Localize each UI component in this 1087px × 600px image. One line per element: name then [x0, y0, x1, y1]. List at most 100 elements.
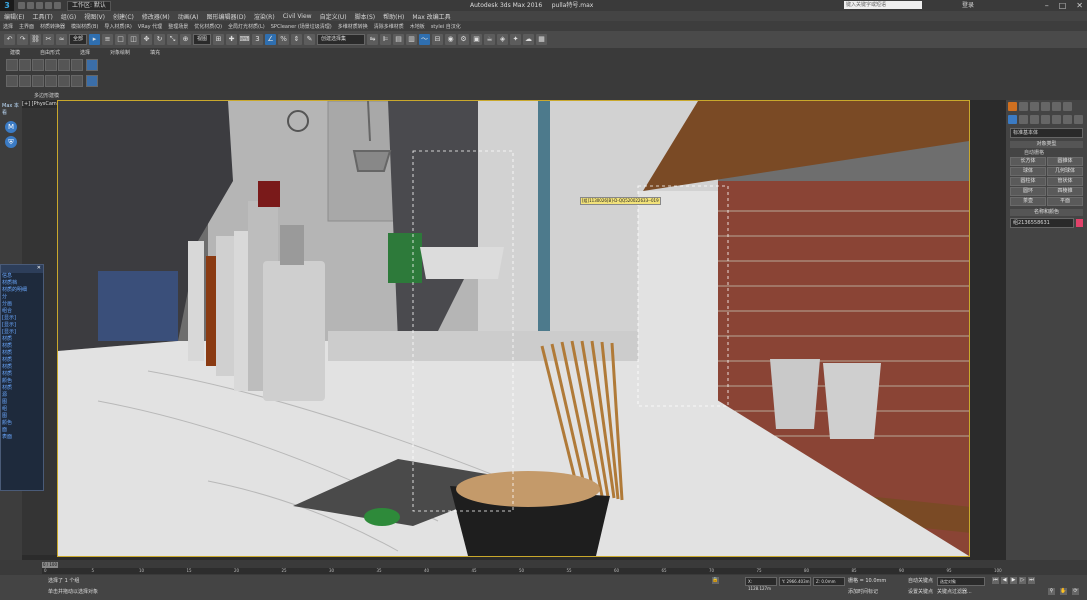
ribbon-tab[interactable]: 对象绘制 — [100, 49, 140, 56]
unlink-icon[interactable]: ✂ — [43, 34, 54, 45]
ribbon-tool-2[interactable] — [19, 59, 31, 71]
select-manipulate-icon[interactable]: ✚ — [226, 34, 238, 45]
undo-icon[interactable] — [45, 2, 52, 9]
object-name-field[interactable]: 组2136558631 — [1010, 218, 1074, 228]
menu-item[interactable]: 编辑(E) — [0, 12, 28, 21]
bind-space-warp-icon[interactable]: ≈ — [56, 34, 67, 45]
render-iterative-icon[interactable]: ◈ — [497, 34, 509, 45]
plugin-menu-item[interactable]: 清除多维材质 — [371, 23, 407, 30]
floating-panel-item[interactable]: 面 — [1, 427, 43, 434]
geometry-icon[interactable] — [1008, 115, 1017, 124]
schematic-view-icon[interactable]: ⊟ — [432, 34, 444, 45]
select-object-icon[interactable]: ▸ — [89, 34, 101, 45]
ribbon-tab[interactable]: 选择 — [70, 49, 100, 56]
ribbon-icon[interactable]: ▥ — [406, 34, 418, 45]
primitive-button[interactable]: 圆柱体 — [1010, 177, 1046, 186]
floating-panel-item[interactable]: 材质的明细 — [1, 287, 43, 294]
place-icon[interactable]: ⊕ — [180, 34, 192, 45]
primitive-button[interactable]: 球体 — [1010, 167, 1046, 176]
shield-icon[interactable]: ⛨ — [5, 136, 17, 148]
floating-panel-item[interactable]: 材质 — [1, 385, 43, 392]
primitive-type-dropdown[interactable]: 标准基本体 — [1010, 128, 1083, 138]
key-filters-button[interactable]: 关键点过滤器... — [937, 588, 972, 595]
active-shade-icon[interactable]: ✦ — [510, 34, 522, 45]
floating-panel-item[interactable]: 源 — [1, 392, 43, 399]
floating-panel-item[interactable]: 分 — [1, 294, 43, 301]
ribbon-tab[interactable]: 建模 — [0, 49, 30, 56]
maximize-icon[interactable]: □ — [1059, 0, 1067, 11]
plugin-menu-item[interactable]: 整理场景 — [165, 23, 191, 30]
floating-panel-item[interactable]: 颜色 — [1, 378, 43, 385]
floating-panel-item[interactable]: 材质 — [1, 357, 43, 364]
floating-panel-item[interactable]: [显示] — [1, 322, 43, 329]
menu-item[interactable]: 脚本(S) — [351, 12, 380, 21]
selection-filter-dropdown[interactable]: 全部 — [69, 34, 88, 45]
object-color-swatch[interactable] — [1076, 219, 1083, 227]
floating-panel-item[interactable]: 材质 — [1, 336, 43, 343]
keyboard-shortcut-icon[interactable]: ⌨ — [239, 34, 251, 45]
go-to-start-icon[interactable]: ⏮ — [992, 577, 999, 584]
ribbon-tool-6[interactable] — [71, 59, 83, 71]
primitive-button[interactable]: 几何球体 — [1047, 167, 1083, 176]
helpers-icon[interactable] — [1052, 115, 1061, 124]
primitive-button[interactable]: 圆锥体 — [1047, 157, 1083, 166]
floating-panel-item[interactable]: 图 — [1, 399, 43, 406]
rect-selection-icon[interactable]: □ — [115, 34, 127, 45]
zoom-icon[interactable]: ⚲ — [1048, 588, 1055, 595]
render-online-icon[interactable]: ☁ — [523, 34, 535, 45]
mirror-icon[interactable]: ⇋ — [367, 34, 379, 45]
floating-panel-item[interactable]: 分画 — [1, 301, 43, 308]
floating-panel-item[interactable]: 材质 — [1, 343, 43, 350]
edit-named-sel-icon[interactable]: ✎ — [304, 34, 316, 45]
close-icon[interactable]: ✕ — [37, 265, 43, 271]
render-frame-icon[interactable]: ▣ — [471, 34, 483, 45]
primitive-button[interactable]: 长方体 — [1010, 157, 1046, 166]
primitive-button[interactable]: 管状体 — [1047, 177, 1083, 186]
orbit-icon[interactable]: ⟳ — [1072, 588, 1079, 595]
window-crossing-icon[interactable]: ◫ — [128, 34, 140, 45]
floating-scene-panel[interactable]: ✕ 信息 材质档 材质的明细分分画 组合 [显示] [显示] [显示] 材质 材质 材质 材质 材质材… — [0, 264, 44, 491]
plugin-menu-item[interactable]: 多维材质转换 — [335, 23, 371, 30]
plugin-menu-item[interactable]: 模拟材质(B) — [68, 23, 101, 30]
plugin-menu-item[interactable]: SPCleaner (场景垃圾清理) — [268, 23, 335, 30]
link-icon[interactable]: ⛓ — [30, 34, 41, 45]
pan-icon[interactable]: ✋ — [1060, 588, 1067, 595]
select-by-name-icon[interactable]: ≡ — [102, 34, 114, 45]
material-editor-icon[interactable]: ◉ — [445, 34, 457, 45]
redo-icon[interactable] — [54, 2, 61, 9]
floating-panel-item[interactable]: [显示] — [1, 315, 43, 322]
menu-item[interactable]: 帮助(H) — [379, 12, 408, 21]
menu-item[interactable]: 视图(V) — [80, 12, 109, 21]
ribbon-group-label[interactable]: 多边形建模 — [34, 92, 59, 99]
menu-item[interactable]: 自定义(U) — [316, 12, 351, 21]
pivot-icon[interactable]: ⊞ — [213, 34, 225, 45]
modify-tab-icon[interactable] — [1019, 102, 1028, 111]
lights-icon[interactable] — [1030, 115, 1039, 124]
ribbon-tool-7[interactable] — [6, 75, 18, 87]
align-icon[interactable]: ⊫ — [380, 34, 392, 45]
add-time-tag[interactable]: 添加时间标记 — [848, 588, 878, 595]
cameras-icon[interactable] — [1041, 115, 1050, 124]
max-script-icon[interactable]: M — [5, 121, 17, 133]
setkey-button[interactable]: 设置关键点 — [908, 588, 933, 595]
ribbon-tool-8[interactable] — [19, 75, 31, 87]
menu-item[interactable]: 图形编辑器(D) — [203, 12, 250, 21]
go-to-end-icon[interactable]: ⏭ — [1028, 577, 1035, 584]
menu-item[interactable]: 修改器(M) — [138, 12, 174, 21]
floating-panel-header[interactable]: ✕ — [1, 265, 43, 273]
app-logo-icon[interactable]: 3 — [0, 0, 14, 11]
name-color-section[interactable]: 名称和颜色 — [1010, 209, 1083, 216]
open-icon[interactable] — [27, 2, 34, 9]
autokey-button[interactable]: 自动关键点 — [908, 577, 933, 584]
display-tab-icon[interactable] — [1052, 102, 1061, 111]
ribbon-tool-3[interactable] — [32, 59, 44, 71]
redo-icon[interactable]: ↷ — [17, 34, 28, 45]
render-setup-icon[interactable]: ⚙ — [458, 34, 470, 45]
floating-panel-item[interactable]: [显示] — [1, 329, 43, 336]
z-coord-field[interactable]: Z: 0.0mm — [813, 577, 845, 586]
floating-panel-item[interactable]: 组合 — [1, 308, 43, 315]
floating-panel-item[interactable]: 材质档 — [1, 280, 43, 287]
spinner-snap-icon[interactable]: ⇕ — [291, 34, 303, 45]
plugin-menu-item[interactable]: stylei 自汉化 — [428, 23, 464, 30]
render-icon[interactable]: ☕ — [484, 34, 496, 45]
